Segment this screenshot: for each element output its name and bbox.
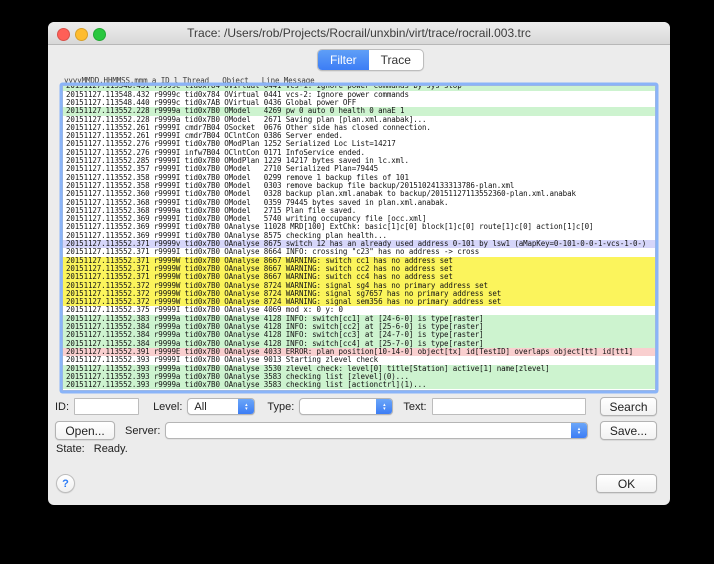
id-input[interactable] <box>74 398 139 415</box>
log-row[interactable]: 20151127.113552.393 r9999I tid0x7B0 OAna… <box>63 356 655 364</box>
log-row[interactable]: 20151127.113552.371 r9999W tid0x7B0 OAna… <box>63 265 655 273</box>
log-row[interactable]: 20151127.113552.369 r9999I tid0x7B0 OAna… <box>63 232 655 240</box>
log-row[interactable]: 20151127.113552.368 r9999a tid0x7B0 OMod… <box>63 207 655 215</box>
view-segmented-control: Filter Trace <box>317 49 424 71</box>
log-row[interactable]: 20151127.113552.393 r9999a tid0x7B0 OAna… <box>63 365 655 373</box>
log-row[interactable]: 20151127.113552.276 r9999I tid0x7B0 OMod… <box>63 140 655 148</box>
level-label: Level: <box>153 401 182 413</box>
title-bar[interactable]: Trace: /Users/rob/Projects/Rocrail/unxbi… <box>48 22 670 45</box>
level-value: All <box>188 401 238 413</box>
type-label: Type: <box>267 401 294 413</box>
log-row[interactable]: 20151127.113552.383 r9999a tid0x7B0 OAna… <box>63 315 655 323</box>
log-row[interactable]: 20151127.113552.375 r9999I tid0x7B0 OAna… <box>63 306 655 314</box>
log-column-header: yyyyMMDD.HHMMSS.mmm a ID l Thread Object… <box>64 76 315 85</box>
log-row[interactable]: 20151127.113552.360 r9999I tid0x7B0 OMod… <box>63 190 655 198</box>
log-row[interactable]: 20151127.113552.261 r9999I cmdr7B04 OCln… <box>63 132 655 140</box>
log-row[interactable]: 20151127.113552.358 r9999I tid0x7B0 OMod… <box>63 182 655 190</box>
server-combobox[interactable]: ▴▾ <box>165 422 588 439</box>
id-label: ID: <box>55 401 69 413</box>
ok-button[interactable]: OK <box>596 474 657 493</box>
search-button[interactable]: Search <box>600 397 657 416</box>
log-row[interactable]: 20151127.113552.393 r9999a tid0x7B0 OAna… <box>63 373 655 381</box>
log-row[interactable]: 20151127.113552.372 r9999W tid0x7B0 OAna… <box>63 298 655 306</box>
chevron-up-down-icon: ▴▾ <box>376 399 392 414</box>
log-row[interactable]: 20151127.113552.371 r9999I tid0x7B0 OAna… <box>63 248 655 256</box>
log-row[interactable]: 20151127.113552.368 r9999I tid0x7B0 OMod… <box>63 199 655 207</box>
log-row[interactable]: 20151127.113552.276 r9999I infw7B04 OCln… <box>63 149 655 157</box>
state-label: State: <box>56 443 85 455</box>
type-select[interactable]: ▴▾ <box>299 398 393 415</box>
text-input[interactable] <box>432 398 586 415</box>
log-row[interactable]: 20151127.113552.371 r9999W tid0x7B0 OAna… <box>63 273 655 281</box>
log-row[interactable]: 20151127.113552.393 r9999a tid0x7B0 OAna… <box>63 381 655 389</box>
level-select[interactable]: All ▴▾ <box>187 398 255 415</box>
filter-controls-row: ID: Level: All ▴▾ Type: ▴▾ Text: Search <box>55 397 657 416</box>
save-button[interactable]: Save... <box>600 421 657 440</box>
help-button[interactable]: ? <box>56 474 75 493</box>
tab-trace[interactable]: Trace <box>369 50 423 70</box>
log-row[interactable]: 20151127.113548.432 r9999c tid0x784 OVir… <box>63 91 655 99</box>
status-row: State: Ready. <box>56 443 128 455</box>
server-label: Server: <box>125 425 160 437</box>
text-label: Text: <box>403 401 426 413</box>
log-row[interactable]: 20151127.113552.371 r9999v tid0x7B0 OAna… <box>63 240 655 248</box>
state-value: Ready. <box>94 443 128 455</box>
tab-filter[interactable]: Filter <box>318 50 369 70</box>
log-row[interactable]: 20151127.113552.357 r9999I tid0x7B0 OMod… <box>63 165 655 173</box>
log-row[interactable]: 20151127.113552.371 r9999W tid0x7B0 OAna… <box>63 257 655 265</box>
server-controls-row: Open... Server: ▴▾ Save... <box>55 421 657 440</box>
question-mark-icon: ? <box>62 478 69 490</box>
log-row[interactable]: 20151127.113552.384 r9999a tid0x7B0 OAna… <box>63 323 655 331</box>
open-button[interactable]: Open... <box>55 421 115 440</box>
log-row[interactable]: 20151127.113552.369 r9999I tid0x7B0 OMod… <box>63 215 655 223</box>
stepper-up-down-icon: ▴▾ <box>571 423 587 438</box>
log-rows: 20151127.113548.431 r9999c tid0x784 OVir… <box>63 85 655 389</box>
log-row[interactable]: 20151127.113552.228 r9999a tid0x7B0 OMod… <box>63 107 655 115</box>
log-row[interactable]: 20151127.113552.384 r9999a tid0x7B0 OAna… <box>63 340 655 348</box>
chevron-up-down-icon: ▴▾ <box>238 399 254 414</box>
log-row[interactable]: 20151127.113552.372 r9999W tid0x7B0 OAna… <box>63 290 655 298</box>
log-row[interactable]: 20151127.113552.391 r9999E tid0x7B0 OAna… <box>63 348 655 356</box>
log-row[interactable]: 20151127.113552.384 r9999a tid0x7B0 OAna… <box>63 331 655 339</box>
window-title: Trace: /Users/rob/Projects/Rocrail/unxbi… <box>48 26 670 40</box>
log-row[interactable]: 20151127.113552.228 r9999a tid0x7B0 OMod… <box>63 116 655 124</box>
log-row[interactable]: 20151127.113552.372 r9999W tid0x7B0 OAna… <box>63 282 655 290</box>
log-list[interactable]: 20151127.113548.431 r9999c tid0x784 OVir… <box>62 85 656 391</box>
log-row[interactable]: 20151127.113552.261 r9999I cmdr7B04 OSoc… <box>63 124 655 132</box>
log-row[interactable]: 20151127.113552.369 r9999I tid0x7B0 OAna… <box>63 223 655 231</box>
trace-window: Trace: /Users/rob/Projects/Rocrail/unxbi… <box>48 22 670 505</box>
log-row[interactable]: 20151127.113552.358 r9999I tid0x7B0 OMod… <box>63 174 655 182</box>
log-row[interactable]: 20151127.113552.285 r9999I tid0x7B0 OMod… <box>63 157 655 165</box>
log-row[interactable]: 20151127.113548.440 r9999c tid0x7AB OVir… <box>63 99 655 107</box>
